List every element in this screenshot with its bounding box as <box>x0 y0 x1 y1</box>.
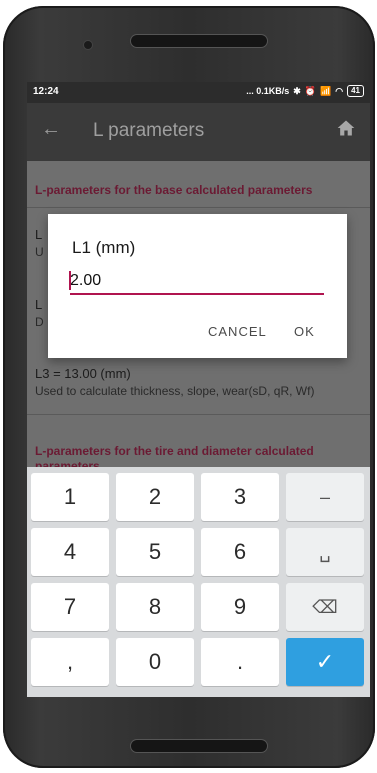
section-title-base: L-parameters for the base calculated par… <box>35 183 313 197</box>
key-period[interactable]: . <box>201 638 279 686</box>
key-9[interactable]: 9 <box>201 583 279 631</box>
wifi-icon: ◠ <box>335 85 344 96</box>
param-l1-desc: U <box>35 245 44 259</box>
divider <box>27 414 370 415</box>
param-l2-title[interactable]: L <box>35 297 42 312</box>
key-3[interactable]: 3 <box>201 473 279 521</box>
alarm-icon: ⏰ <box>304 85 317 96</box>
page-title: L parameters <box>93 120 205 141</box>
key-backspace[interactable]: ⌫ <box>286 583 364 631</box>
network-speed: ... 0.1KB/s <box>246 86 290 96</box>
edit-dialog: L1 (mm) CANCEL OK <box>48 214 347 358</box>
key-5[interactable]: 5 <box>116 528 194 576</box>
param-l2-desc: D <box>35 315 44 329</box>
param-l3-desc: Used to calculate thickness, slope, wear… <box>35 384 315 398</box>
key-6[interactable]: 6 <box>201 528 279 576</box>
text-caret <box>69 271 71 290</box>
top-speaker <box>131 35 267 47</box>
key-4[interactable]: 4 <box>31 528 109 576</box>
param-l3-title[interactable]: L3 = 13.00 (mm) <box>35 366 131 381</box>
home-icon[interactable] <box>336 118 356 138</box>
bluetooth-icon: ✱ <box>293 85 301 96</box>
key-0[interactable]: 0 <box>116 638 194 686</box>
arrow-left-icon[interactable]: ← <box>41 118 61 141</box>
cancel-button[interactable]: CANCEL <box>208 324 267 339</box>
signal-icon: 📶 <box>320 85 332 96</box>
key-2[interactable]: 2 <box>116 473 194 521</box>
param-l1-title[interactable]: L <box>35 227 42 242</box>
key-7[interactable]: 7 <box>31 583 109 631</box>
bottom-speaker <box>131 740 267 752</box>
ok-button[interactable]: OK <box>294 324 315 339</box>
divider <box>27 207 370 208</box>
status-time: 12:24 <box>33 86 59 97</box>
app-bar: ← L parameters <box>27 103 370 161</box>
status-icons: ... 0.1KB/s ✱ ⏰ 📶 ◠ 41 <box>246 85 364 97</box>
front-camera <box>84 41 92 49</box>
key-comma[interactable]: , <box>31 638 109 686</box>
key-space[interactable]: ␣ <box>286 528 364 576</box>
status-bar: 12:24 ... 0.1KB/s ✱ ⏰ 📶 ◠ 41 <box>27 82 370 103</box>
key-minus[interactable]: – <box>286 473 364 521</box>
key-1[interactable]: 1 <box>31 473 109 521</box>
dialog-title: L1 (mm) <box>72 238 136 257</box>
battery-icon: 41 <box>347 85 364 97</box>
numeric-keyboard: 1 2 3 – 4 5 6 ␣ 7 8 9 ⌫ , 0 . ✓ <box>27 467 370 697</box>
key-8[interactable]: 8 <box>116 583 194 631</box>
dialog-input[interactable] <box>70 269 324 295</box>
key-done[interactable]: ✓ <box>286 638 364 686</box>
screen: 12:24 ... 0.1KB/s ✱ ⏰ 📶 ◠ 41 ← L paramet… <box>27 82 370 697</box>
